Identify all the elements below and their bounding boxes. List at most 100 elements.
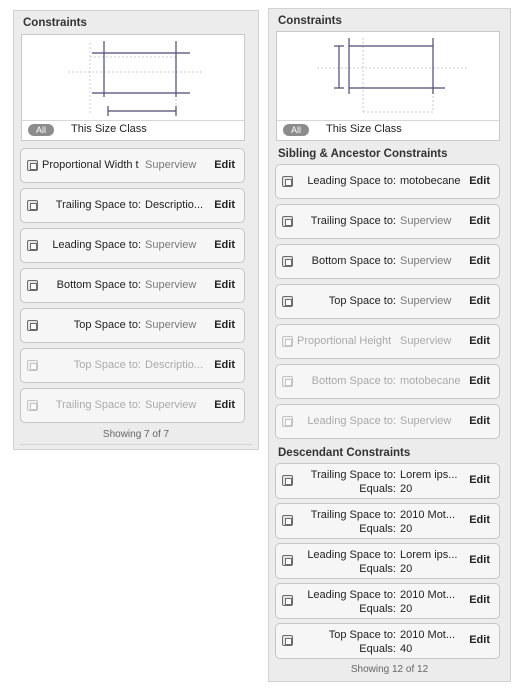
constraint-count: Showing 7 of 7: [102, 429, 170, 440]
constraint-icon: [27, 360, 38, 371]
constraint-target: Descriptio...: [145, 359, 204, 371]
constraint-icon: [27, 280, 38, 291]
constraint-label: Trailing Space to:: [310, 469, 396, 481]
constraint-label: Leading Space to:: [307, 549, 396, 561]
constraint-label: Bottom Space to:: [56, 279, 141, 291]
equals-label: Equals:: [359, 523, 396, 535]
constraints-panel-right: Constraints All This Size Class Sibling …: [268, 8, 511, 682]
edit-button[interactable]: Edit: [469, 594, 490, 606]
constraint-target: Superview: [145, 279, 197, 291]
descendant-constraint-row[interactable]: Trailing Space to: Equals: 2010 Mot... 2…: [275, 503, 500, 539]
constraint-target: Superview: [145, 399, 197, 411]
constraint-label: Trailing Space to:: [310, 509, 396, 521]
constraint-row-inactive[interactable]: Trailing Space to: Superview Edit: [20, 388, 245, 423]
constraint-target: motobecane: [400, 375, 461, 387]
constraint-row[interactable]: Top Space to: Superview Edit: [20, 308, 245, 343]
edit-button[interactable]: Edit: [214, 359, 235, 371]
constraint-label: Leading Space to:: [307, 415, 396, 427]
constraint-icon: [282, 256, 293, 267]
edit-button[interactable]: Edit: [469, 215, 490, 227]
constraint-icon: [282, 635, 293, 646]
edit-button[interactable]: Edit: [469, 634, 490, 646]
divider: [20, 444, 252, 445]
edit-button[interactable]: Edit: [214, 279, 235, 291]
constraint-label: Proportional Height: [297, 335, 392, 347]
constraint-target: Superview: [400, 255, 452, 267]
constraint-label: Leading Space to:: [307, 589, 396, 601]
edit-button[interactable]: Edit: [469, 175, 490, 187]
constraint-icon: [282, 376, 293, 387]
edit-button[interactable]: Edit: [469, 295, 490, 307]
edit-button[interactable]: Edit: [214, 239, 235, 251]
constraint-row[interactable]: Proportional Width t Superview Edit: [20, 148, 245, 183]
constraints-panel-left: Constraints All This Size Class Proporti…: [13, 10, 259, 450]
edit-button[interactable]: Edit: [469, 335, 490, 347]
constraint-label: Bottom Space to:: [311, 375, 396, 387]
descendant-title: Descendant Constraints: [278, 447, 411, 459]
constraint-count: Showing 12 of 12: [350, 664, 429, 675]
edit-button[interactable]: Edit: [469, 514, 490, 526]
constraint-icon: [27, 160, 38, 171]
edit-button[interactable]: Edit: [469, 474, 490, 486]
size-class-pill[interactable]: All: [283, 124, 309, 136]
constraint-target: Superview: [400, 215, 452, 227]
constraint-icon: [27, 400, 38, 411]
size-class-label: This Size Class: [71, 123, 147, 135]
constraint-target: 2010 Mot...: [400, 589, 456, 601]
descendant-constraint-row[interactable]: Leading Space to: Equals: 2010 Mot... 20…: [275, 583, 500, 619]
descendant-constraint-row[interactable]: Top Space to: Equals: 2010 Mot... 40 Edi…: [275, 623, 500, 659]
size-class-pill[interactable]: All: [28, 124, 54, 136]
constraint-target: Superview: [145, 159, 197, 171]
equals-label: Equals:: [359, 643, 396, 655]
edit-button[interactable]: Edit: [214, 159, 235, 171]
edit-button[interactable]: Edit: [469, 255, 490, 267]
constraint-target: Lorem ips...: [400, 549, 458, 561]
constraint-constant: 20: [400, 563, 413, 575]
constraint-row[interactable]: Bottom Space to: Superview Edit: [275, 244, 500, 279]
constraint-constant: 20: [400, 603, 413, 615]
constraint-row[interactable]: Leading Space to: motobecane Edit: [275, 164, 500, 199]
edit-button[interactable]: Edit: [214, 319, 235, 331]
constraint-row-inactive[interactable]: Proportional Height Superview Edit: [275, 324, 500, 359]
constraint-target: Superview: [400, 295, 452, 307]
constraint-label: Trailing Space to:: [55, 199, 141, 211]
constraint-icon: [27, 240, 38, 251]
descendant-constraint-row[interactable]: Trailing Space to: Equals: Lorem ips... …: [275, 463, 500, 499]
constraint-label: Top Space to:: [73, 359, 141, 371]
constraint-preview: All This Size Class: [276, 31, 500, 141]
edit-button[interactable]: Edit: [469, 415, 490, 427]
constraint-label: Trailing Space to:: [310, 215, 396, 227]
size-class-bar: All This Size Class: [277, 120, 499, 140]
constraint-preview-icon: [68, 41, 202, 116]
constraint-row-inactive[interactable]: Top Space to: Descriptio... Edit: [20, 348, 245, 383]
constraint-row[interactable]: Top Space to: Superview Edit: [275, 284, 500, 319]
constraint-row[interactable]: Trailing Space to: Superview Edit: [275, 204, 500, 239]
constraint-row-inactive[interactable]: Bottom Space to: motobecane Edit: [275, 364, 500, 399]
descendant-constraint-row[interactable]: Leading Space to: Equals: Lorem ips... 2…: [275, 543, 500, 579]
constraint-target: Descriptio...: [145, 199, 204, 211]
constraint-row[interactable]: Bottom Space to: Superview Edit: [20, 268, 245, 303]
constraint-row[interactable]: Trailing Space to: Descriptio... Edit: [20, 188, 245, 223]
equals-label: Equals:: [359, 563, 396, 575]
constraint-preview: All This Size Class: [21, 34, 245, 141]
edit-button[interactable]: Edit: [469, 375, 490, 387]
constraint-row[interactable]: Leading Space to: Superview Edit: [20, 228, 245, 263]
edit-button[interactable]: Edit: [469, 554, 490, 566]
equals-label: Equals:: [359, 603, 396, 615]
constraint-target: Superview: [400, 415, 452, 427]
constraint-icon: [282, 216, 293, 227]
constraint-icon: [282, 555, 293, 566]
constraint-icon: [282, 475, 293, 486]
constraint-icon: [27, 200, 38, 211]
constraint-constant: 40: [400, 643, 413, 655]
constraint-label: Top Space to:: [328, 629, 396, 641]
sibling-ancestor-title: Sibling & Ancestor Constraints: [278, 148, 448, 160]
size-class-label: This Size Class: [326, 123, 402, 135]
constraint-row-inactive[interactable]: Leading Space to: Superview Edit: [275, 404, 500, 439]
constraint-label: Proportional Width t: [42, 159, 139, 171]
section-title: Constraints: [23, 17, 87, 29]
edit-button[interactable]: Edit: [214, 399, 235, 411]
constraint-label: Trailing Space to:: [55, 399, 141, 411]
edit-button[interactable]: Edit: [214, 199, 235, 211]
constraint-target: 2010 Mot...: [400, 629, 456, 641]
